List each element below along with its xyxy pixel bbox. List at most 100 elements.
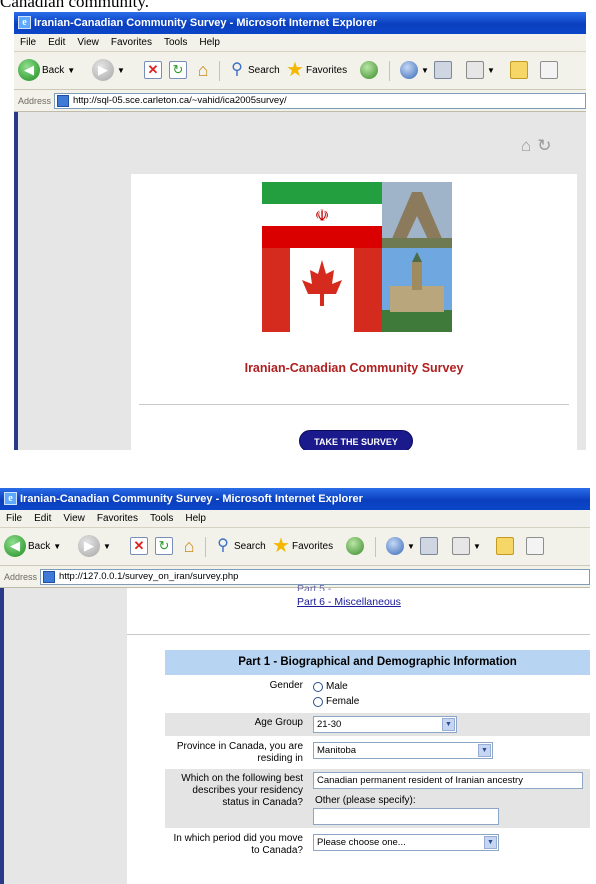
address-url: http://127.0.0.1/survey_on_iran/survey.p…	[59, 571, 239, 582]
address-label: Address	[4, 572, 38, 582]
menu-tools[interactable]: Tools	[144, 510, 179, 528]
forward-arrow-icon: ▶	[78, 535, 100, 557]
media-icon	[360, 61, 378, 79]
favorites-button[interactable]: ★ Favorites	[286, 59, 347, 85]
folder-button[interactable]	[510, 61, 528, 85]
home-button[interactable]: ⌂	[180, 537, 198, 561]
part1-form: Part 1 - Biographical and Demographic In…	[165, 650, 590, 860]
divider	[127, 634, 590, 635]
research-icon	[540, 61, 558, 79]
nav-link-part6[interactable]: Part 6 - Miscellaneous	[297, 596, 401, 608]
page-icon	[57, 95, 69, 107]
radio-icon	[313, 696, 323, 707]
residency-select[interactable]: Canadian permanent resident of Iranian a…	[313, 772, 583, 789]
folder-icon	[496, 537, 514, 555]
favorites-button[interactable]: ★ Favorites	[272, 535, 333, 561]
period-select[interactable]: Please choose one... ▼	[313, 834, 499, 851]
menu-bar: File Edit View Favorites Tools Help	[14, 34, 586, 52]
chevron-down-icon: ▼	[442, 718, 455, 731]
age-select[interactable]: 21-30 ▼	[313, 716, 457, 733]
page-icon	[43, 571, 55, 583]
search-button[interactable]: ⚲ Search	[228, 61, 280, 85]
print-button[interactable]	[434, 61, 452, 85]
divider	[139, 404, 569, 405]
part-header: Part 1 - Biographical and Demographic In…	[165, 650, 590, 675]
menu-file[interactable]: File	[14, 34, 42, 52]
other-input[interactable]	[313, 808, 499, 825]
edit-button[interactable]: ▼	[466, 61, 495, 85]
research-button[interactable]	[526, 537, 544, 561]
research-button[interactable]	[540, 61, 558, 85]
chevron-down-icon: ▼	[407, 541, 415, 551]
menu-tools[interactable]: Tools	[158, 34, 193, 52]
toolbar-separator	[219, 61, 220, 81]
address-input[interactable]: http://sql-05.sce.carleton.ca/~vahid/ica…	[54, 93, 586, 109]
take-survey-button[interactable]: TAKE THE SURVEY	[299, 430, 413, 450]
home-button[interactable]: ⌂	[194, 61, 212, 85]
window-title: Iranian-Canadian Community Survey - Micr…	[20, 493, 363, 505]
age-label: Age Group	[165, 713, 309, 736]
folder-button[interactable]	[496, 537, 514, 561]
menu-edit[interactable]: Edit	[28, 510, 57, 528]
media-button[interactable]	[360, 61, 378, 85]
refresh-button[interactable]: ↻	[155, 537, 173, 561]
toolbar: ◀ Back ▼ ▶ ▼ ✕ ↻ ⌂ ⚲ Search ★ Favorites ▼ ▼	[14, 52, 586, 90]
print-icon	[434, 61, 452, 79]
menu-view[interactable]: View	[57, 510, 91, 528]
address-label: Address	[18, 96, 52, 106]
media-icon	[346, 537, 364, 555]
radio-female[interactable]: Female	[313, 694, 586, 709]
stop-button[interactable]: ✕	[130, 537, 148, 561]
chevron-down-icon: ▼	[53, 541, 62, 551]
refresh-button[interactable]: ↻	[169, 61, 187, 85]
mail-button[interactable]: ▼	[400, 61, 429, 85]
mail-icon	[386, 537, 404, 555]
toolbar-separator	[375, 537, 376, 557]
mail-button[interactable]: ▼	[386, 537, 415, 561]
menu-help[interactable]: Help	[193, 34, 226, 52]
chevron-down-icon: ▼	[421, 65, 429, 75]
back-arrow-icon: ◀	[4, 535, 26, 557]
browser-window-home: e Iranian-Canadian Community Survey - Mi…	[14, 12, 586, 450]
chevron-down-icon: ▼	[67, 65, 76, 75]
media-button[interactable]	[346, 537, 364, 561]
forward-button[interactable]: ▶ ▼	[92, 59, 125, 83]
star-icon: ★	[272, 535, 290, 557]
stop-button[interactable]: ✕	[144, 61, 162, 85]
back-button[interactable]: ◀ Back ▼	[4, 535, 61, 559]
menu-view[interactable]: View	[71, 34, 105, 52]
survey-landing-page: ☫ Iranian-Canadian Community Survey TAKE…	[131, 174, 577, 450]
home-icon[interactable]: ⌂	[521, 136, 537, 155]
nav-link-part5[interactable]: Part 5 - ...	[297, 583, 343, 591]
search-button[interactable]: ⚲ Search	[214, 537, 266, 561]
menu-favorites[interactable]: Favorites	[105, 34, 158, 52]
toolbar-separator	[205, 537, 206, 557]
radio-male[interactable]: Male	[313, 679, 586, 694]
menu-edit[interactable]: Edit	[42, 34, 71, 52]
page-tools: ⌂↻	[521, 136, 558, 156]
residency-label: Which on the following best describes yo…	[165, 769, 309, 828]
star-icon: ★	[286, 59, 304, 81]
folder-icon	[510, 61, 528, 79]
forward-button[interactable]: ▶ ▼	[78, 535, 111, 559]
other-label: Other (please specify):	[315, 795, 416, 806]
province-select[interactable]: Manitoba ▼	[313, 742, 493, 759]
iran-canada-banner-image: ☫	[262, 182, 452, 332]
refresh-icon[interactable]: ↻	[537, 136, 557, 155]
menu-favorites[interactable]: Favorites	[91, 510, 144, 528]
page-viewport: ⌂↻ ☫ Iranian-Canadian Community Survey T…	[14, 112, 586, 450]
menu-file[interactable]: File	[0, 510, 28, 528]
back-button[interactable]: ◀ Back ▼	[18, 59, 75, 83]
menu-help[interactable]: Help	[179, 510, 212, 528]
address-bar: Address http://sql-05.sce.carleton.ca/~v…	[14, 90, 586, 112]
print-button[interactable]	[420, 537, 438, 561]
chevron-down-icon: ▼	[473, 541, 481, 551]
back-arrow-icon: ◀	[18, 59, 40, 81]
mail-icon	[400, 61, 418, 79]
menu-bar: File Edit View Favorites Tools Help	[0, 510, 590, 528]
refresh-icon: ↻	[169, 61, 187, 79]
province-label: Province in Canada, you are residing in	[165, 737, 309, 768]
period-label: In which period did you move to Canada?	[165, 829, 309, 860]
refresh-icon: ↻	[155, 537, 173, 555]
edit-button[interactable]: ▼	[452, 537, 481, 561]
